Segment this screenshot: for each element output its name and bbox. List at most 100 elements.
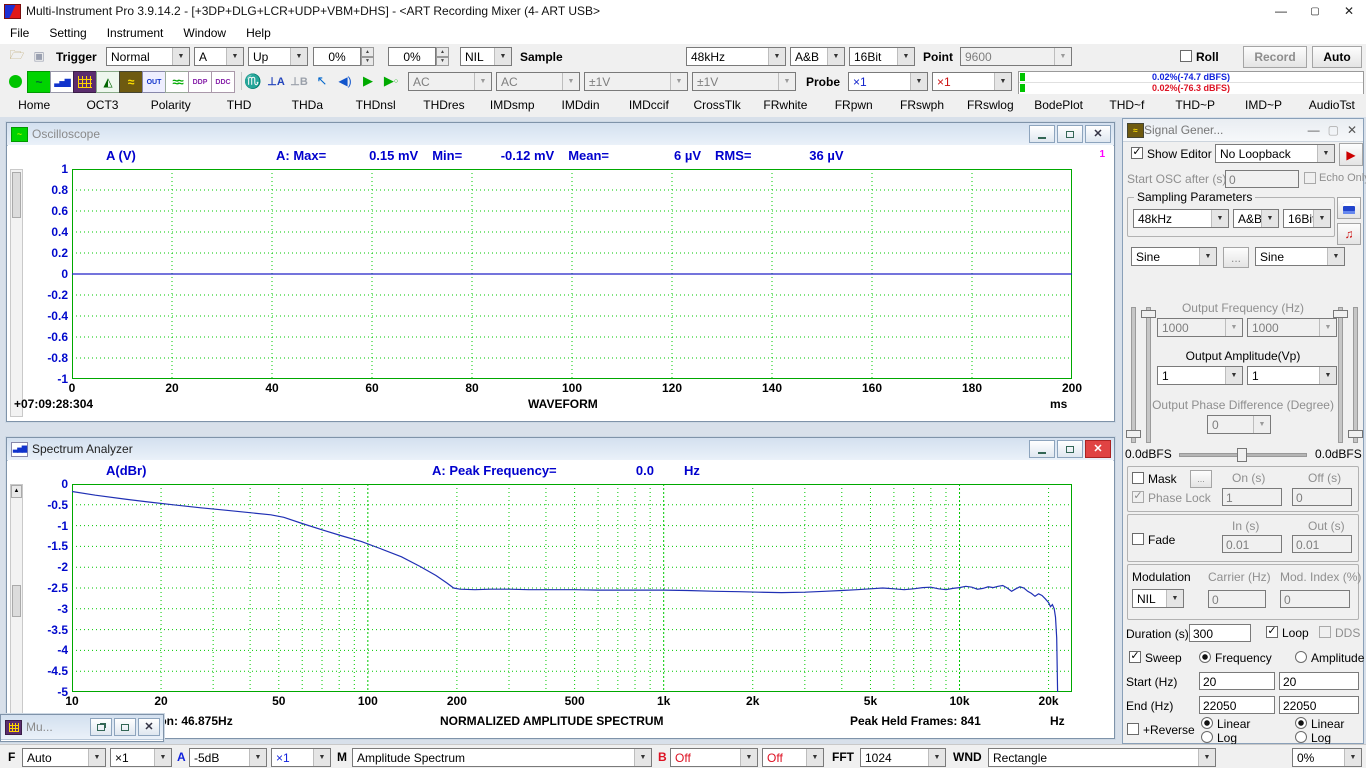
frequency-b-select[interactable]: 1000▼ xyxy=(1247,318,1337,337)
range-b-select[interactable]: ±1V▼ xyxy=(692,72,796,91)
menu-instrument[interactable]: Instrument xyxy=(97,24,174,42)
probe-a-select[interactable]: ×1▼ xyxy=(848,72,928,91)
a-sensitivity-select[interactable]: -5dB▼ xyxy=(189,748,267,767)
amplitude-a-outer-slider[interactable] xyxy=(1131,307,1136,443)
reverse-checkbox[interactable] xyxy=(1127,723,1139,735)
trigger-delay-field[interactable]: 0% xyxy=(388,47,436,66)
log-b-radio[interactable] xyxy=(1295,731,1307,743)
tab-thd-p[interactable]: THD~P xyxy=(1161,94,1229,117)
modulation-select[interactable]: NIL▼ xyxy=(1132,589,1184,608)
waveform-more-button[interactable]: ... xyxy=(1223,247,1249,268)
tab-imdccif[interactable]: IMDccif xyxy=(615,94,683,117)
echo-only-checkbox[interactable] xyxy=(1304,172,1316,184)
oscilloscope-title-bar[interactable]: ~ Oscilloscope ✕ xyxy=(7,123,1114,146)
carrier-field[interactable]: 0 xyxy=(1208,590,1266,608)
spectrum-title-bar[interactable]: ▃▅▇ Spectrum Analyzer ✕ xyxy=(7,438,1114,461)
slider-thumb[interactable] xyxy=(1348,430,1363,438)
waveform-b-select[interactable]: Sine▼ xyxy=(1255,247,1345,266)
oscilloscope-icon[interactable]: ~ xyxy=(27,71,51,93)
amplitude-b-inner-slider[interactable] xyxy=(1338,307,1343,443)
waveform-a-select[interactable]: Sine▼ xyxy=(1131,247,1217,266)
trigger-edge-select[interactable]: Up▼ xyxy=(248,47,308,66)
show-editor-checkbox[interactable] xyxy=(1131,147,1143,159)
tab-imdsmp[interactable]: IMDsmp xyxy=(478,94,546,117)
music-note-icon[interactable]: ♫ xyxy=(1337,223,1361,245)
tab-polarity[interactable]: Polarity xyxy=(137,94,205,117)
siggen-minimize-icon[interactable]: — xyxy=(1308,123,1320,137)
sweep-amplitude-radio[interactable] xyxy=(1295,651,1307,663)
sample-channels-select[interactable]: A&B▼ xyxy=(790,47,845,66)
record-button[interactable]: Record xyxy=(1243,46,1307,68)
tab-bodeplot[interactable]: BodePlot xyxy=(1024,94,1092,117)
linear-b-radio[interactable] xyxy=(1295,717,1307,729)
amplitude-a-select[interactable]: 1▼ xyxy=(1157,366,1243,385)
sweep-start-a-field[interactable]: 20 xyxy=(1199,672,1275,690)
start-osc-field[interactable]: 0 xyxy=(1225,170,1299,188)
coupling-a-select[interactable]: AC▼ xyxy=(408,72,492,91)
trigger-source-select[interactable]: A▼ xyxy=(194,47,244,66)
tab-thd[interactable]: THD xyxy=(205,94,273,117)
auto-button[interactable]: Auto xyxy=(1312,46,1362,68)
scope-close-icon[interactable]: ✕ xyxy=(1085,125,1111,143)
siggen-run-button[interactable]: ▶ xyxy=(1339,143,1363,166)
sample-bits-select[interactable]: 16Bit▼ xyxy=(849,47,915,66)
spectrum-close-icon[interactable]: ✕ xyxy=(1085,440,1111,458)
phase-lock-checkbox[interactable] xyxy=(1132,491,1144,503)
sweep-end-b-field[interactable]: 22050 xyxy=(1279,696,1359,714)
run-icon[interactable]: ▶ xyxy=(357,71,379,91)
sweep-end-a-field[interactable]: 22050 xyxy=(1199,696,1275,714)
minimize-icon[interactable]: — xyxy=(1264,1,1298,21)
menu-file[interactable]: File xyxy=(0,24,39,42)
derived-data-curve-icon[interactable]: ≈≈ xyxy=(165,71,189,93)
spectrum-restore-icon[interactable] xyxy=(1057,440,1083,458)
trigger-delay-spinner[interactable]: ▲▼ xyxy=(436,47,449,66)
dds-checkbox[interactable] xyxy=(1319,626,1331,638)
scope-scroll-thumb[interactable] xyxy=(12,172,21,218)
derived-data-point-icon[interactable]: DDP xyxy=(188,71,212,93)
loopback-select[interactable]: No Loopback▼ xyxy=(1215,144,1335,163)
spectrum-3d-plot-icon[interactable]: ◭ xyxy=(96,71,120,93)
siggen-title-bar[interactable]: ≈ Signal Gener... — ▢ ✕ xyxy=(1123,119,1363,142)
mini-restore-icon[interactable] xyxy=(90,718,112,736)
save-file-icon[interactable]: ▣ xyxy=(28,46,50,66)
hpf-select[interactable]: NIL▼ xyxy=(460,47,512,66)
scope-vertical-scrollbar[interactable] xyxy=(10,169,23,417)
tab-thdres[interactable]: THDres xyxy=(410,94,478,117)
mask-off-field[interactable]: 0 xyxy=(1292,488,1352,506)
menu-setting[interactable]: Setting xyxy=(39,24,96,42)
trigger-level-spinner[interactable]: ▲▼ xyxy=(361,47,374,66)
amplitude-b-outer-slider[interactable] xyxy=(1353,307,1358,443)
sg-channels-select[interactable]: A&B▼ xyxy=(1233,209,1279,228)
device-test-plan-icon[interactable]: OUT xyxy=(142,71,166,93)
slider-thumb[interactable] xyxy=(1333,310,1348,318)
tab-thdnsl[interactable]: THDnsl xyxy=(341,94,409,117)
ground-a-icon[interactable]: ⊥A xyxy=(265,71,287,91)
trigger-mode-select[interactable]: Normal▼ xyxy=(106,47,190,66)
ddc-icon[interactable]: DDC xyxy=(211,71,235,93)
b-sensitivity-select[interactable]: Off▼ xyxy=(670,748,758,767)
mask-more-button[interactable]: ... xyxy=(1190,470,1212,488)
tab-frwhite[interactable]: FRwhite xyxy=(751,94,819,117)
probe-calibration-icon[interactable]: ↖ xyxy=(311,71,333,91)
tab-thd-f[interactable]: THD~f xyxy=(1093,94,1161,117)
minimized-title-bar[interactable]: Mu... ✕ xyxy=(1,715,163,740)
mod-index-field[interactable]: 0 xyxy=(1280,590,1350,608)
coupling-b-select[interactable]: AC▼ xyxy=(496,72,580,91)
fade-in-field[interactable]: 0.01 xyxy=(1222,535,1282,553)
signal-generator-icon[interactable]: ≈ xyxy=(119,71,143,93)
spectrum-minimize-icon[interactable] xyxy=(1029,440,1055,458)
menu-window[interactable]: Window xyxy=(173,24,236,42)
multimeter-icon[interactable] xyxy=(73,71,97,93)
tab-audiotst[interactable]: AudioTst xyxy=(1298,94,1366,117)
tab-frswlog[interactable]: FRswlog xyxy=(956,94,1024,117)
amplitude-a-inner-slider[interactable] xyxy=(1146,307,1151,443)
mask-on-field[interactable]: 1 xyxy=(1222,488,1282,506)
freq-mult-select[interactable]: ×1▼ xyxy=(110,748,172,767)
mini-maximize-icon[interactable] xyxy=(114,718,136,736)
sg-rate-select[interactable]: 48kHz▼ xyxy=(1133,209,1229,228)
open-file-icon[interactable]: 🗁 xyxy=(6,46,28,66)
run-loop-icon[interactable]: ▶○ xyxy=(380,71,402,91)
loop-checkbox[interactable] xyxy=(1266,626,1278,638)
tab-frswph[interactable]: FRswph xyxy=(888,94,956,117)
tab-oct3[interactable]: OCT3 xyxy=(68,94,136,117)
